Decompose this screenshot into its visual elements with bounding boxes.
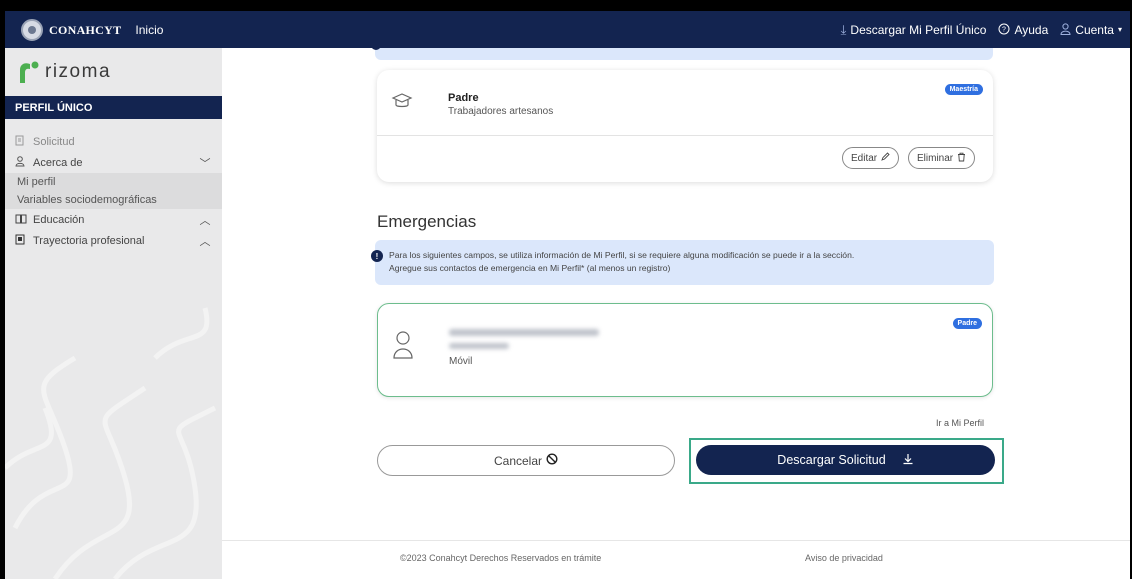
help-circle-icon: ? xyxy=(998,23,1010,37)
edit-label: Editar xyxy=(851,152,878,164)
account-menu[interactable]: Cuenta ▾ xyxy=(1060,23,1122,37)
logo-text: rizoma xyxy=(45,61,112,82)
sidebar-nav: Solicitud Acerca de ﹀ Mi perfil Variable… xyxy=(5,131,222,251)
user-icon xyxy=(1060,22,1071,37)
privacy-link[interactable]: Aviso de privacidad xyxy=(805,553,883,563)
svg-text:?: ? xyxy=(1003,26,1007,33)
card-subtitle: Trabajadores artesanos xyxy=(448,106,554,117)
sidebar-item-acerca-de[interactable]: Acerca de ﹀ xyxy=(5,152,222,173)
section-title: Emergencias xyxy=(377,212,477,231)
edit-doc-icon xyxy=(15,135,29,149)
footer: ©2023 Conahcyt Derechos Reservados en tr… xyxy=(222,540,1130,579)
sidebar-item-label: Acerca de xyxy=(33,156,83,169)
sidebar-item-label: Educación xyxy=(33,213,85,226)
delete-button[interactable]: Eliminar xyxy=(908,147,976,169)
prohibited-icon xyxy=(546,453,558,468)
sidebar-item-label: Trayectoria profesional xyxy=(33,234,145,247)
chevron-up-icon[interactable]: ︿ xyxy=(198,212,212,228)
info-icon xyxy=(371,48,381,50)
rizoma-logo[interactable]: rizoma xyxy=(5,48,222,96)
degree-badge: Maestría xyxy=(944,84,983,95)
chevron-up-icon[interactable]: ︿ xyxy=(198,233,212,249)
download-label: Descargar Solicitud xyxy=(777,453,886,467)
caret-down-icon: ▾ xyxy=(1117,25,1122,34)
user-icon xyxy=(392,330,414,367)
info-line-1: Para los siguientes campos, se utiliza i… xyxy=(389,250,855,260)
info-line-2: Agregue sus contactos de emergencia en M… xyxy=(389,263,671,273)
conahcyt-logo[interactable]: CONAHCYT xyxy=(21,18,122,41)
graduation-cap-icon xyxy=(391,90,413,119)
section-header: PERFIL ÚNICO xyxy=(5,96,222,119)
copyright-text: ©2023 Conahcyt Derechos Reservados en tr… xyxy=(400,553,602,563)
sidebar-item-label: Solicitud xyxy=(33,135,75,148)
delete-label: Eliminar xyxy=(917,152,954,164)
national-seal-icon xyxy=(21,18,43,41)
help-link[interactable]: ? Ayuda xyxy=(998,23,1048,37)
go-to-profile-link[interactable]: Ir a Mi Perfil xyxy=(936,418,984,428)
info-banner: ! Para los siguientes campos, se utiliza… xyxy=(371,240,994,285)
download-request-button[interactable]: Descargar Solicitud xyxy=(696,445,995,475)
download-icon xyxy=(902,453,914,468)
family-member-card: Padre Trabajadores artesanos Maestría Ed… xyxy=(377,70,993,182)
download-profile-link[interactable]: ⤓ Descargar Mi Perfil Único xyxy=(841,23,987,37)
home-link[interactable]: Inicio xyxy=(135,23,163,37)
sidebar-subitem-variables[interactable]: Variables sociodemográficas xyxy=(5,191,222,209)
sidebar: rizoma PERFIL ÚNICO Solicitud Acerca de … xyxy=(5,48,222,579)
brand-name: CONAHCYT xyxy=(49,22,122,37)
user-icon xyxy=(15,155,29,170)
download-profile-label: Descargar Mi Perfil Único xyxy=(850,22,987,37)
download-highlight: Descargar Solicitud xyxy=(689,438,1004,484)
sidebar-item-educacion[interactable]: Educación ︿ xyxy=(5,209,222,230)
sidebar-item-solicitud[interactable]: Solicitud xyxy=(5,131,222,152)
download-icon: ⤓ xyxy=(840,21,847,37)
phone-type: Móvil xyxy=(449,356,473,367)
contact-name-redacted xyxy=(449,329,599,336)
trash-icon xyxy=(957,152,966,165)
emergency-contact-card[interactable]: Móvil Padre xyxy=(377,303,993,397)
top-right-menu: ⤓ Descargar Mi Perfil Único ? Ayuda Cuen… xyxy=(841,23,1122,37)
chevron-down-icon[interactable]: ﹀ xyxy=(198,155,212,171)
info-text: Para los siguientes campos, se utiliza i… xyxy=(389,249,987,275)
info-banner-partial xyxy=(371,48,993,60)
info-icon: ! xyxy=(371,250,383,262)
rizoma-mark-icon xyxy=(20,61,39,83)
cancel-label: Cancelar xyxy=(493,453,543,468)
relationship-badge: Padre xyxy=(952,318,982,329)
contact-phone-redacted xyxy=(449,343,509,349)
account-label: Cuenta xyxy=(1075,22,1114,37)
badge-icon xyxy=(15,234,29,248)
pencil-icon xyxy=(881,152,890,164)
decorative-pattern xyxy=(5,307,217,579)
book-icon xyxy=(15,213,29,227)
cancel-button[interactable]: Cancelar xyxy=(377,445,675,476)
sidebar-item-trayectoria[interactable]: Trayectoria profesional ︿ xyxy=(5,230,222,251)
main-content: Padre Trabajadores artesanos Maestría Ed… xyxy=(222,48,1130,579)
help-label: Ayuda xyxy=(1014,22,1049,37)
card-title: Padre xyxy=(448,92,479,104)
edit-button[interactable]: Editar xyxy=(842,147,900,169)
sidebar-subitem-mi-perfil[interactable]: Mi perfil xyxy=(5,173,222,191)
app-window: CONAHCYT Inicio ⤓ Descargar Mi Perfil Ún… xyxy=(5,11,1130,579)
top-navbar: CONAHCYT Inicio ⤓ Descargar Mi Perfil Ún… xyxy=(5,11,1130,48)
card-divider xyxy=(377,135,993,136)
